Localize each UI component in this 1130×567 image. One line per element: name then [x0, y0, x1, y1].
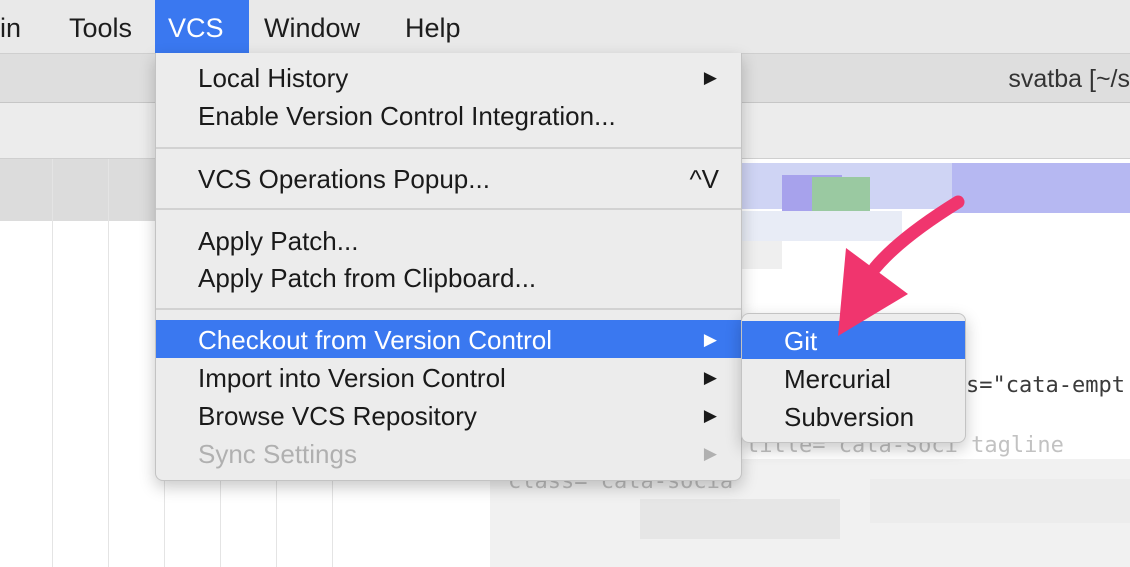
menu-item-vcs-operations-popup[interactable]: VCS Operations Popup... ^V: [156, 159, 741, 197]
keyboard-shortcut: ^V: [689, 164, 719, 194]
submenu-arrow-icon: ▶: [703, 444, 717, 463]
menu-item-label: Browse VCS Repository: [198, 401, 477, 431]
submenu-item-subversion[interactable]: Subversion: [742, 397, 965, 435]
gutter-highlight: [0, 159, 160, 221]
menu-item-label: Apply Patch...: [198, 226, 359, 256]
submenu-item-git[interactable]: Git: [742, 321, 965, 359]
menu-item-label: Local History: [198, 63, 349, 93]
menu-item-apply-patch-clipboard[interactable]: Apply Patch from Clipboard...: [156, 258, 741, 296]
blurred-region: [870, 479, 1130, 523]
submenu-arrow-icon: ▶: [703, 368, 717, 387]
indent-guide: [108, 159, 109, 567]
menu-item-label: Sync Settings: [198, 439, 357, 469]
menu-separator: [156, 308, 741, 310]
menu-separator: [156, 147, 741, 149]
submenu-arrow-icon: ▶: [703, 330, 717, 349]
submenu-arrow-icon: ▶: [703, 406, 717, 425]
menu-window[interactable]: Window: [251, 0, 373, 53]
blurred-region: [812, 177, 870, 211]
menu-tools[interactable]: Tools: [56, 0, 145, 53]
window-title: svatba [~/s: [1008, 65, 1130, 93]
menu-item-enable-vcs-integration[interactable]: Enable Version Control Integration...: [156, 96, 741, 134]
blurred-region: [742, 241, 782, 269]
submenu-item-label: Subversion: [784, 402, 915, 432]
submenu-item-mercurial[interactable]: Mercurial: [742, 359, 965, 397]
menu-item-browse-vcs-repository[interactable]: Browse VCS Repository ▶: [156, 396, 741, 434]
menu-bar: in Tools VCS Window Help: [0, 0, 1130, 54]
menu-item-apply-patch[interactable]: Apply Patch...: [156, 221, 741, 259]
vcs-menu: Local History ▶ Enable Version Control I…: [155, 53, 742, 481]
menu-item-label: Enable Version Control Integration...: [198, 101, 616, 131]
checkout-submenu: Git Mercurial Subversion: [741, 313, 966, 443]
menu-separator: [156, 208, 741, 210]
blurred-region: [952, 163, 1130, 213]
code-line: s="cata-empt: [966, 373, 1125, 398]
submenu-item-label: Git: [784, 326, 818, 356]
submenu-item-label: Mercurial: [784, 364, 891, 394]
menu-item-import-into-vcs[interactable]: Import into Version Control ▶: [156, 358, 741, 396]
menu-item-sync-settings: Sync Settings ▶: [156, 434, 741, 472]
submenu-arrow-icon: ▶: [703, 68, 717, 87]
menu-item-label: VCS Operations Popup...: [198, 164, 490, 194]
menu-item-local-history[interactable]: Local History ▶: [156, 58, 741, 96]
menu-vcs[interactable]: VCS: [155, 0, 249, 53]
indent-guide: [52, 159, 53, 567]
menu-item-label: Import into Version Control: [198, 363, 506, 393]
menu-item-label: Apply Patch from Clipboard...: [198, 263, 537, 293]
menu-item-checkout-from-vcs[interactable]: Checkout from Version Control ▶: [156, 320, 741, 358]
menu-help[interactable]: Help: [392, 0, 474, 53]
blurred-region: [742, 211, 902, 241]
menu-run-partial[interactable]: in: [0, 0, 34, 53]
blurred-region: [640, 499, 840, 539]
menu-item-label: Checkout from Version Control: [198, 325, 553, 355]
